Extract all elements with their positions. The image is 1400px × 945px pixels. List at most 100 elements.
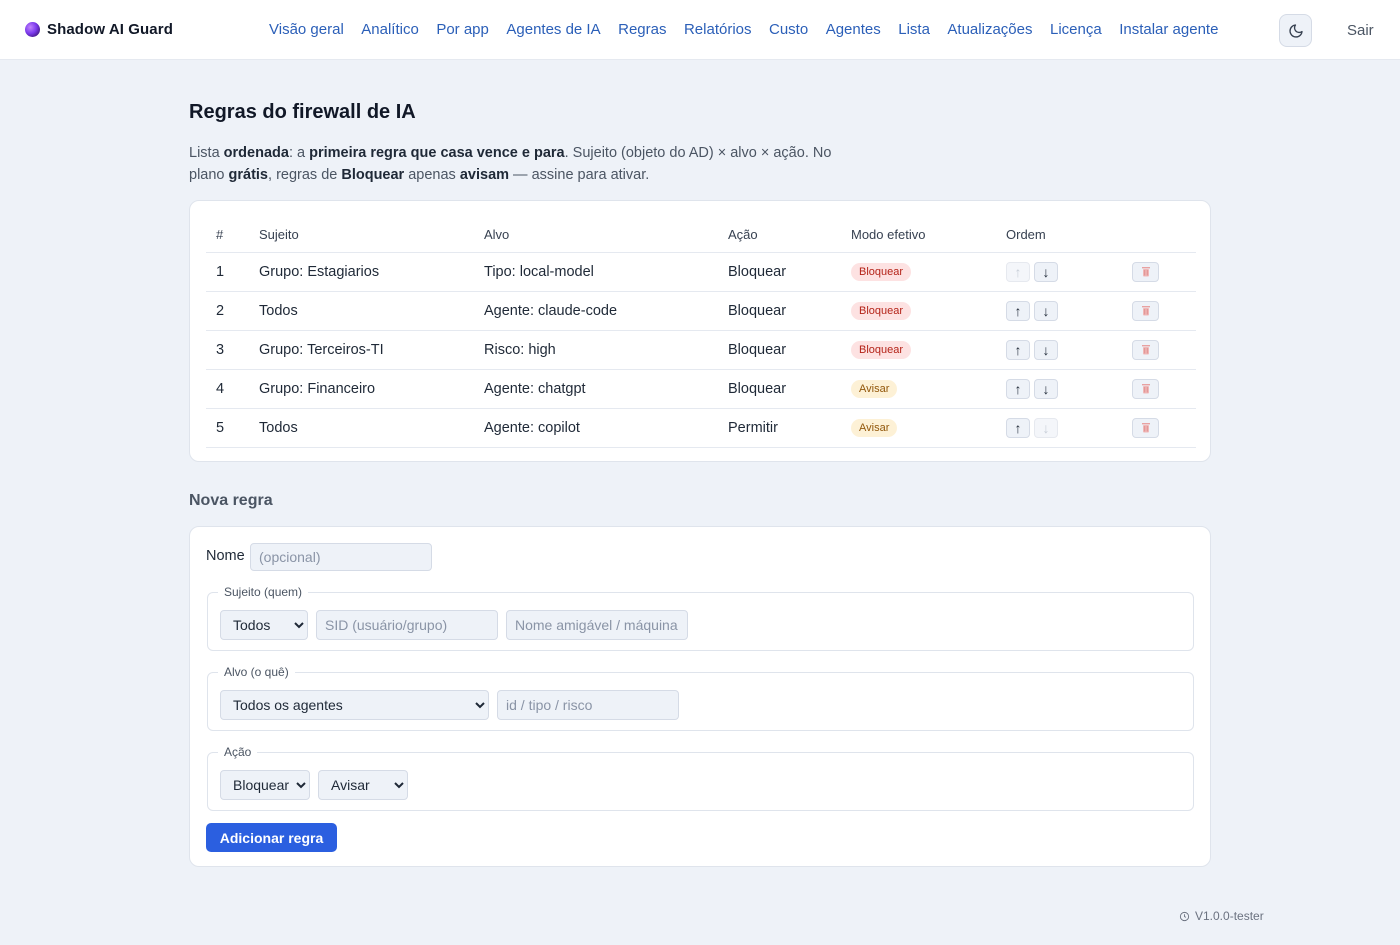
target-value-input[interactable] [497, 690, 679, 720]
nav-link-agentes[interactable]: Agentes [826, 21, 881, 38]
add-rule-button[interactable]: Adicionar regra [206, 823, 337, 852]
delete-rule-button[interactable] [1132, 300, 1159, 321]
new-rule-title: Nova regra [189, 492, 273, 509]
col-header-target: Alvo [474, 217, 718, 253]
trash-icon [1141, 345, 1150, 355]
rule-subject: Todos [249, 408, 474, 448]
target-type-select[interactable]: Todos os agentes [220, 690, 489, 720]
col-header-delete [1122, 217, 1196, 253]
nav-link-lista[interactable]: Lista [898, 21, 930, 38]
rule-number: 3 [206, 330, 249, 370]
rule-name-input[interactable] [250, 543, 432, 571]
table-row: 2 Todos Agente: claude-code Bloquear Bloquea… [206, 291, 1196, 331]
brand[interactable]: Shadow AI Guard [25, 21, 173, 38]
nav-link-regras[interactable]: Regras [618, 21, 666, 38]
mode-select[interactable]: Avisar [318, 770, 408, 800]
col-header-effective-mode: Modo efetivo [841, 217, 996, 253]
table-row: 5 Todos Agente: copilot Permitir Avisar ↑ ↓ [206, 408, 1196, 448]
rule-number: 4 [206, 369, 249, 409]
col-header-order: Ordem [996, 217, 1122, 253]
version-footer: V1.0.0-tester [1179, 909, 1264, 923]
friendly-name-input[interactable] [506, 610, 688, 640]
target-legend: Alvo (o quê) [224, 665, 289, 679]
trash-icon [1141, 306, 1150, 316]
delete-rule-button[interactable] [1132, 261, 1159, 282]
rules-table: # Sujeito Alvo Ação Modo efetivo Ordem 1… [206, 217, 1196, 448]
rule-number: 1 [206, 252, 249, 292]
rule-action: Bloquear [718, 369, 841, 409]
rules-table-card: # Sujeito Alvo Ação Modo efetivo Ordem 1… [189, 200, 1211, 462]
move-up-button[interactable]: ↑ [1006, 339, 1030, 360]
table-row: 1 Grupo: Estagiarios Tipo: local-model Bloq… [206, 252, 1196, 292]
sid-input[interactable] [316, 610, 498, 640]
action-legend: Ação [224, 745, 252, 759]
main-nav: Visão geral Analítico Por app Agentes de… [269, 21, 1218, 38]
move-up-button[interactable]: ↑ [1006, 261, 1030, 282]
nav-link-por-app[interactable]: Por app [436, 21, 489, 38]
rule-subject: Todos [249, 291, 474, 331]
name-label: Nome [206, 548, 245, 564]
table-row: 4 Grupo: Financeiro Agente: chatgpt Bloquea… [206, 369, 1196, 409]
col-header-subject: Sujeito [249, 217, 474, 253]
nav-link-visao-geral[interactable]: Visão geral [269, 21, 344, 38]
rule-number: 2 [206, 291, 249, 331]
brand-logo-icon [25, 22, 40, 37]
top-navbar: Shadow AI Guard Visão geral Analítico Po… [0, 0, 1400, 60]
subject-type-select[interactable]: Todos [220, 610, 308, 640]
effective-mode-badge: Bloquear [851, 340, 912, 359]
rule-action: Bloquear [718, 252, 841, 292]
clock-icon [1179, 911, 1190, 921]
rule-target: Agente: claude-code [474, 291, 718, 331]
rule-action: Bloquear [718, 330, 841, 370]
nav-link-instalar-agente[interactable]: Instalar agente [1119, 21, 1218, 38]
nav-link-atualizacoes[interactable]: Atualizações [947, 21, 1032, 38]
rule-target: Agente: chatgpt [474, 369, 718, 409]
version-label: V1.0.0-tester [1195, 909, 1264, 923]
trash-icon [1141, 384, 1150, 394]
rule-subject: Grupo: Terceiros-TI [249, 330, 474, 370]
rule-target: Risco: high [474, 330, 718, 370]
effective-mode-badge: Avisar [851, 418, 898, 437]
effective-mode-badge: Avisar [851, 379, 898, 398]
nav-link-analitico[interactable]: Analítico [361, 21, 419, 38]
rule-subject: Grupo: Financeiro [249, 369, 474, 409]
nav-link-relatorios[interactable]: Relatórios [684, 21, 752, 38]
rule-subject: Grupo: Estagiarios [249, 252, 474, 292]
move-up-button[interactable]: ↑ [1006, 378, 1030, 399]
new-rule-form: Nome Sujeito (quem) Todos Alvo (o quê) T… [189, 526, 1211, 867]
page-title: Regras do firewall de IA [189, 101, 416, 123]
brand-name: Shadow AI Guard [47, 21, 173, 38]
moon-icon [1288, 23, 1303, 38]
rule-target: Tipo: local-model [474, 252, 718, 292]
col-header-action: Ação [718, 217, 841, 253]
effective-mode-badge: Bloquear [851, 262, 912, 281]
table-header-row: # Sujeito Alvo Ação Modo efetivo Ordem [206, 217, 1196, 253]
nav-link-licenca[interactable]: Licença [1050, 21, 1102, 38]
rule-number: 5 [206, 408, 249, 448]
nav-link-custo[interactable]: Custo [769, 21, 808, 38]
move-down-button[interactable]: ↓ [1034, 300, 1058, 321]
delete-rule-button[interactable] [1132, 339, 1159, 360]
move-down-button[interactable]: ↓ [1034, 339, 1058, 360]
move-down-button[interactable]: ↓ [1034, 417, 1058, 438]
table-row: 3 Grupo: Terceiros-TI Risco: high Bloquear B… [206, 330, 1196, 370]
delete-rule-button[interactable] [1132, 417, 1159, 438]
move-up-button[interactable]: ↑ [1006, 417, 1030, 438]
trash-icon [1141, 423, 1150, 433]
page-intro: Lista ordenada: a primeira regra que cas… [189, 145, 832, 183]
theme-toggle-button[interactable] [1279, 14, 1312, 47]
move-down-button[interactable]: ↓ [1034, 261, 1058, 282]
col-header-number: # [206, 217, 249, 253]
trash-icon [1141, 267, 1150, 277]
rule-action: Bloquear [718, 291, 841, 331]
rule-target: Agente: copilot [474, 408, 718, 448]
delete-rule-button[interactable] [1132, 378, 1159, 399]
move-down-button[interactable]: ↓ [1034, 378, 1058, 399]
nav-link-agentes-de-ia[interactable]: Agentes de IA [506, 21, 600, 38]
logout-link[interactable]: Sair [1347, 22, 1374, 39]
rule-action: Permitir [718, 408, 841, 448]
subject-legend: Sujeito (quem) [224, 585, 303, 599]
action-select[interactable]: Bloquear [220, 770, 310, 800]
move-up-button[interactable]: ↑ [1006, 300, 1030, 321]
effective-mode-badge: Bloquear [851, 301, 912, 320]
